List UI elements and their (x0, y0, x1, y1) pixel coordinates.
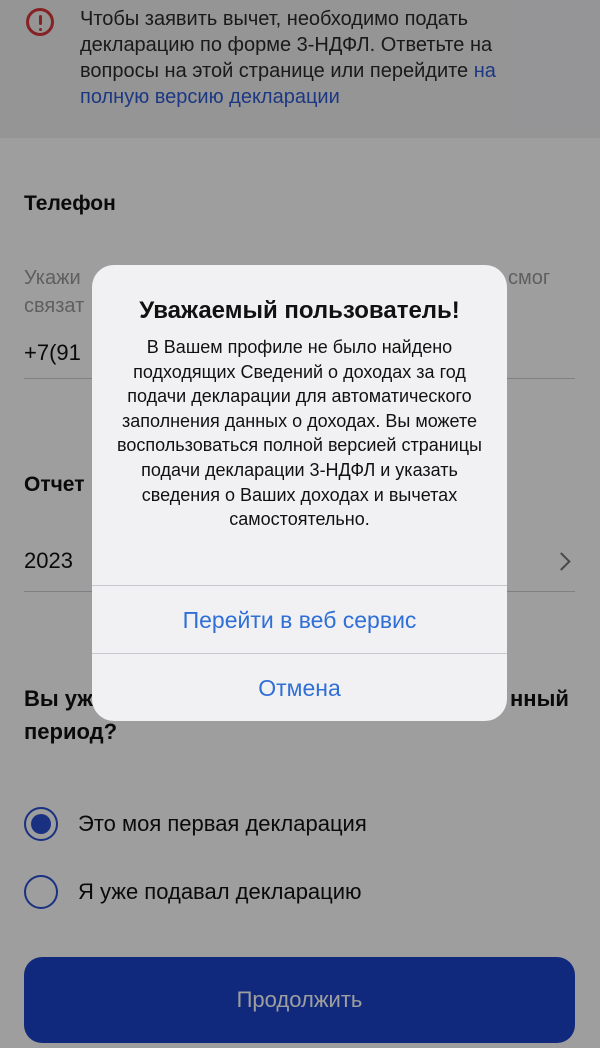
dialog-divider (92, 585, 507, 586)
dialog-divider (92, 653, 507, 654)
dialog-title: Уважаемый пользователь! (139, 297, 460, 324)
dialog-message: В Вашем профиле не было найдено подходящ… (117, 337, 482, 530)
go-to-web-service-button[interactable]: Перейти в веб сервис (92, 587, 507, 653)
cancel-button[interactable]: Отмена (92, 655, 507, 721)
alert-dialog: Уважаемый пользователь! В Вашем профиле … (92, 265, 507, 721)
